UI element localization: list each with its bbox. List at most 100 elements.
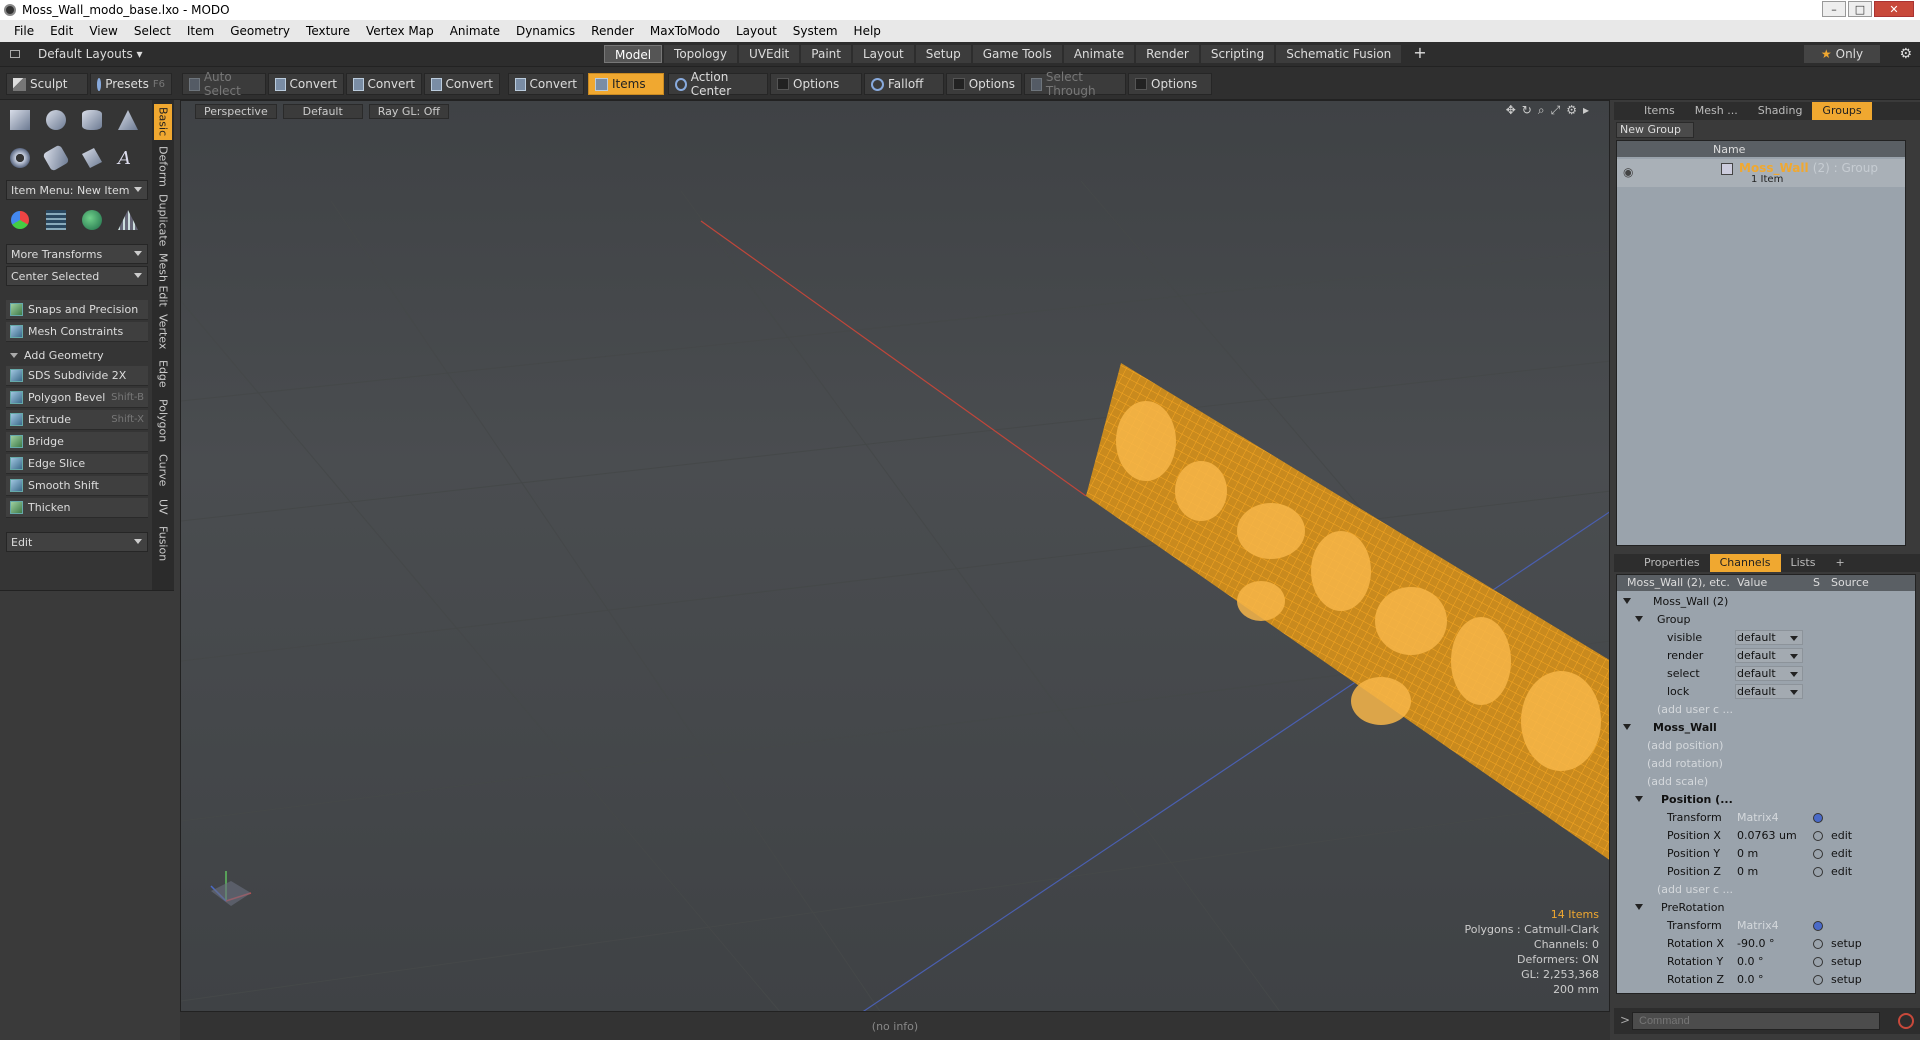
- torus-primitive-button[interactable]: [6, 144, 34, 172]
- menu-render[interactable]: Render: [583, 24, 642, 38]
- tab-edge[interactable]: Edge: [154, 356, 172, 392]
- extrude-button[interactable]: Extrude Shift-X: [6, 410, 148, 430]
- command-input[interactable]: [1632, 1012, 1880, 1030]
- tab-basic[interactable]: Basic: [154, 104, 172, 140]
- visibility-eye-icon[interactable]: ◉: [1623, 165, 1633, 179]
- tab-setup[interactable]: Setup: [915, 45, 971, 63]
- tab-model[interactable]: Model: [604, 45, 663, 63]
- sculpt-button[interactable]: Sculpt: [6, 73, 88, 95]
- menu-dynamics[interactable]: Dynamics: [508, 24, 583, 38]
- tab-render[interactable]: Render: [1136, 45, 1199, 63]
- keyframe-dot-icon[interactable]: [1813, 831, 1823, 841]
- convert-polygons-button[interactable]: Convert: [424, 73, 500, 95]
- options-button-2[interactable]: Options: [946, 73, 1022, 95]
- falloff-button[interactable]: Falloff: [864, 73, 944, 95]
- maximize-icon[interactable]: ⤢: [1551, 103, 1561, 118]
- channel-row[interactable]: Rotation X -90.0 ° setup: [1617, 935, 1915, 953]
- pen-tool-button[interactable]: [78, 144, 106, 172]
- text-tool-button[interactable]: A: [114, 144, 142, 172]
- viewport-menu-icon[interactable]: ▸: [1583, 103, 1589, 118]
- convert-items-button[interactable]: Convert: [508, 73, 584, 95]
- record-icon[interactable]: [1898, 1013, 1914, 1029]
- cylinder-primitive-button[interactable]: [78, 106, 106, 134]
- mesh-constraints-button[interactable]: Mesh Constraints: [6, 322, 148, 342]
- channel-row[interactable]: Position X 0.0763 um edit: [1617, 827, 1915, 845]
- viewport-gear-icon[interactable]: ⚙: [1566, 103, 1577, 118]
- tab-fusion[interactable]: Fusion: [154, 524, 172, 564]
- tab-paint[interactable]: Paint: [801, 45, 851, 63]
- channel-row[interactable]: (add scale): [1617, 773, 1915, 791]
- edge-slice-button[interactable]: Edge Slice: [6, 454, 148, 474]
- globe-tool-button[interactable]: [78, 206, 106, 234]
- tab-animate[interactable]: Animate: [1063, 45, 1135, 63]
- tab-scripting[interactable]: Scripting: [1200, 45, 1275, 63]
- tab-groups[interactable]: Groups: [1812, 102, 1872, 120]
- add-property-tab-button[interactable]: +: [1825, 554, 1854, 572]
- menu-item[interactable]: Item: [179, 24, 222, 38]
- menu-help[interactable]: Help: [846, 24, 889, 38]
- snaps-precision-button[interactable]: Snaps and Precision: [6, 300, 148, 320]
- auto-select-button[interactable]: Auto Select: [182, 70, 266, 98]
- sds-subdivide-button[interactable]: SDS Subdivide 2X: [6, 366, 148, 386]
- expand-icon[interactable]: [1623, 724, 1631, 730]
- default-layouts-dropdown[interactable]: Default Layouts ▾: [38, 47, 143, 61]
- action-center-button[interactable]: Action Center: [668, 70, 768, 98]
- channel-row[interactable]: (add position): [1617, 737, 1915, 755]
- convert-vertices-button[interactable]: Convert: [268, 73, 344, 95]
- channel-value[interactable]: -90.0 °: [1737, 937, 1774, 950]
- new-group-button[interactable]: New Group: [1616, 122, 1694, 138]
- tab-items[interactable]: Items: [1634, 102, 1685, 120]
- close-button[interactable]: ✕: [1874, 1, 1914, 17]
- menu-layout[interactable]: Layout: [728, 24, 785, 38]
- tab-deform[interactable]: Deform: [154, 144, 172, 188]
- raygl-toggle[interactable]: Ray GL: Off: [368, 103, 449, 119]
- channel-row[interactable]: lock default: [1617, 683, 1915, 701]
- presets-button[interactable]: Presets F6: [90, 73, 172, 95]
- menu-maxtomodo[interactable]: MaxToModo: [642, 24, 728, 38]
- keyframe-dot-icon[interactable]: [1813, 849, 1823, 859]
- tab-vertex[interactable]: Vertex: [154, 312, 172, 352]
- channel-row[interactable]: Position Y 0 m edit: [1617, 845, 1915, 863]
- grid-tool-button[interactable]: [42, 206, 70, 234]
- pyramid-tool-button[interactable]: [114, 206, 142, 234]
- view-mode-dropdown[interactable]: Perspective: [195, 103, 277, 119]
- tab-polygon[interactable]: Polygon: [154, 396, 172, 446]
- menu-animate[interactable]: Animate: [442, 24, 508, 38]
- channel-value[interactable]: 0 m: [1737, 847, 1758, 860]
- channel-row[interactable]: (add rotation): [1617, 755, 1915, 773]
- cone-primitive-button[interactable]: [114, 106, 142, 134]
- channel-value[interactable]: 0.0 °: [1737, 955, 1764, 968]
- tab-mesh-edit[interactable]: Mesh Edit: [154, 252, 172, 308]
- add-tab-button[interactable]: +: [1403, 45, 1436, 63]
- keyframe-dot-icon[interactable]: [1813, 957, 1823, 967]
- channel-row[interactable]: Position Z 0 m edit: [1617, 863, 1915, 881]
- channel-row[interactable]: PreRotation: [1617, 899, 1915, 917]
- expand-icon[interactable]: [1635, 616, 1643, 622]
- menu-select[interactable]: Select: [126, 24, 179, 38]
- expand-icon[interactable]: [1635, 796, 1643, 802]
- channel-value[interactable]: 0.0 °: [1737, 973, 1764, 986]
- gear-icon[interactable]: ⚙: [1899, 46, 1912, 62]
- channel-row[interactable]: Rotation Z 0.0 ° setup: [1617, 971, 1915, 989]
- shading-dropdown[interactable]: Default: [282, 103, 363, 119]
- items-mode-button[interactable]: Items: [588, 73, 664, 95]
- rotate-icon[interactable]: ↻: [1522, 103, 1532, 118]
- expand-icon[interactable]: [1623, 598, 1631, 604]
- tube-primitive-button[interactable]: [42, 144, 70, 172]
- channel-row[interactable]: (add user c ...: [1617, 701, 1915, 719]
- tab-curve[interactable]: Curve: [154, 450, 172, 490]
- maximize-button[interactable]: □: [1848, 1, 1872, 17]
- channel-row[interactable]: (add user c ...: [1617, 881, 1915, 899]
- tab-mesh[interactable]: Mesh ...: [1685, 102, 1748, 120]
- smooth-shift-button[interactable]: Smooth Shift: [6, 476, 148, 496]
- item-menu-dropdown[interactable]: Item Menu: New Item: [6, 180, 148, 200]
- tab-uvedit[interactable]: UVEdit: [739, 45, 800, 63]
- expand-icon[interactable]: [1635, 904, 1643, 910]
- pan-icon[interactable]: ✥: [1506, 103, 1516, 118]
- only-toggle[interactable]: ★ Only: [1804, 45, 1880, 63]
- channel-row[interactable]: Moss_Wall: [1617, 719, 1915, 737]
- keyframe-dot-icon[interactable]: [1813, 867, 1823, 877]
- collapse-icon[interactable]: [10, 50, 20, 58]
- more-transforms-dropdown[interactable]: More Transforms: [6, 244, 148, 264]
- transform-tool-button[interactable]: [6, 206, 34, 234]
